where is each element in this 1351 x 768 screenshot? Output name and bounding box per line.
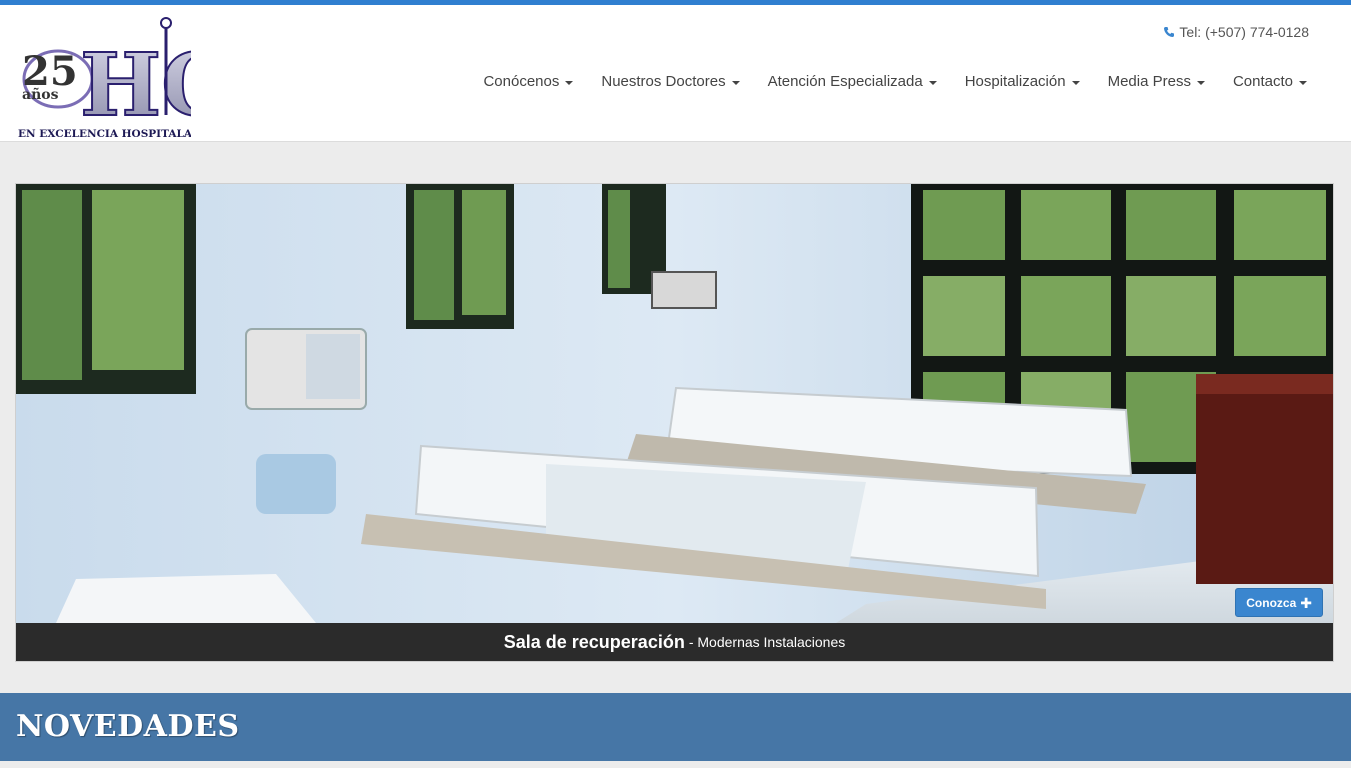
nav-item-contacto[interactable]: Contacto: [1219, 65, 1321, 98]
plus-icon: ✚: [1300, 594, 1312, 611]
nav-item-label: Media Press: [1107, 73, 1191, 90]
hospital-logo[interactable]: 25 años HC EN EXCELENCIA HOSPITALARIA: [16, 11, 191, 139]
nav-item-hospitalizacion[interactable]: Hospitalización: [951, 65, 1094, 98]
nav-item-conocenos[interactable]: Conócenos: [469, 65, 587, 98]
section-title: NOVEDADES: [16, 709, 240, 744]
nav-item-atencion-especializada[interactable]: Atención Especializada: [754, 65, 951, 98]
carousel-caption: Sala de recuperación - Modernas Instalac…: [16, 623, 1333, 661]
caret-down-icon: [731, 80, 740, 85]
main-nav: Conócenos Nuestros Doctores Atención Esp…: [469, 65, 1321, 98]
recovery-room-photo: [16, 184, 1333, 623]
caption-title: Sala de recuperación: [503, 631, 685, 652]
header-phone: Tel: (+507) 774-0128: [1163, 24, 1309, 40]
logo-anos: años: [22, 86, 59, 103]
caret-down-icon: [1071, 80, 1080, 85]
caret-down-icon: [565, 80, 574, 85]
logo-graphic: 25 años HC EN EXCELENCIA HOSPITALARIA: [18, 17, 191, 139]
nav-item-label: Conócenos: [483, 73, 560, 90]
conozca-label: Conozca: [1246, 595, 1297, 610]
nav-item-nuestros-doctores[interactable]: Nuestros Doctores: [587, 65, 753, 98]
hero-carousel: Conozca ✚ Sala de recuperación - Moderna…: [15, 183, 1334, 662]
site-header: 25 años HC EN EXCELENCIA HOSPITALARIA Te…: [0, 5, 1351, 142]
caption-subtitle: - Modernas Instalaciones: [688, 634, 846, 650]
phone-icon: [1164, 27, 1175, 37]
nav-item-label: Hospitalización: [964, 73, 1066, 90]
nav-item-label: Atención Especializada: [767, 73, 923, 90]
logo-tagline: EN EXCELENCIA HOSPITALARIA: [18, 128, 191, 139]
logo-monogram: HC: [80, 35, 191, 136]
caret-down-icon: [1299, 80, 1307, 85]
novedades-section: NOVEDADES: [0, 693, 1351, 761]
nav-item-media-press[interactable]: Media Press: [1094, 65, 1219, 98]
caret-down-icon: [928, 80, 937, 85]
nav-item-label: Nuestros Doctores: [601, 73, 726, 90]
conozca-button[interactable]: Conozca ✚: [1235, 588, 1323, 617]
phone-number[interactable]: Tel: (+507) 774-0128: [1179, 24, 1309, 40]
nav-item-label: Contacto: [1232, 73, 1293, 90]
caret-down-icon: [1196, 80, 1205, 85]
